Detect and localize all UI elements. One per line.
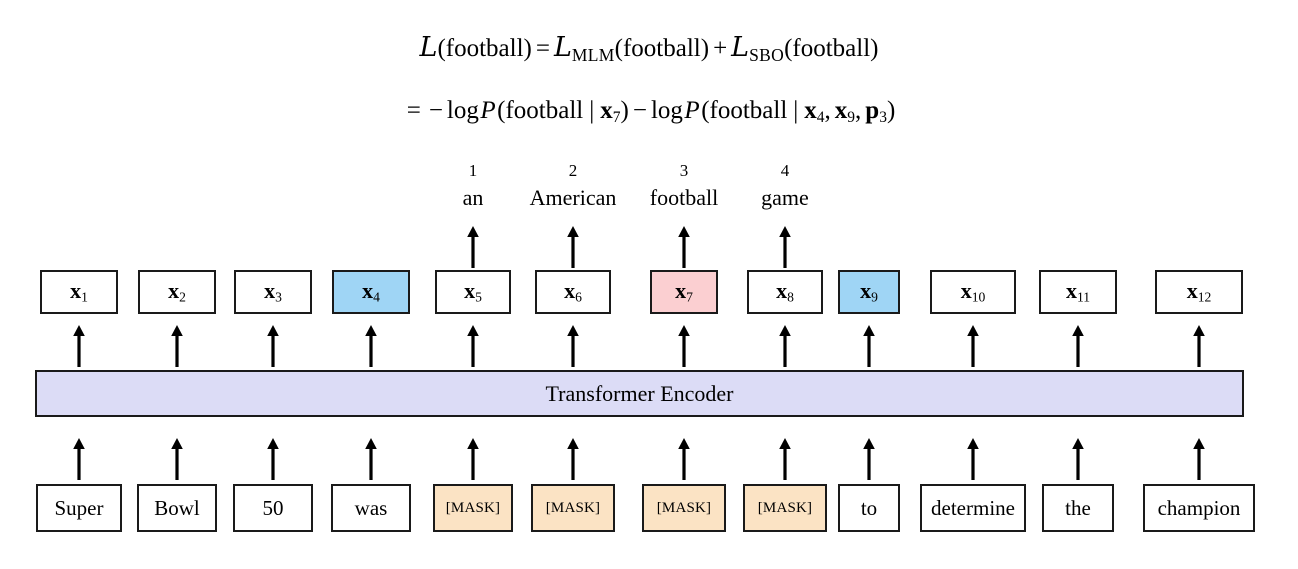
token-box-label: was xyxy=(354,495,388,520)
vector-box-x7[interactable]: x7 xyxy=(650,270,718,314)
token-box-determine[interactable]: determine xyxy=(920,484,1026,532)
arrow-encoder-to-vector-3 xyxy=(266,325,280,367)
vector-box-label: x7 xyxy=(675,278,693,305)
arrow-token-to-encoder-1 xyxy=(72,438,86,480)
arrow-token-to-encoder-12 xyxy=(1192,438,1206,480)
token-box-label: champion xyxy=(1157,495,1241,520)
vector-box-x5[interactable]: x5 xyxy=(435,270,511,314)
arrow-encoder-to-vector-2 xyxy=(170,325,184,367)
token-box-bowl[interactable]: Bowl xyxy=(137,484,217,532)
arrow-vector-to-output-4 xyxy=(778,226,792,268)
token-box-label: Super xyxy=(54,495,104,520)
arrow-token-to-encoder-4 xyxy=(364,438,378,480)
arrow-token-to-encoder-10 xyxy=(966,438,980,480)
token-box-mask[interactable]: [MASK] xyxy=(642,484,726,532)
token-box-label: [MASK] xyxy=(545,499,601,516)
token-box-50[interactable]: 50 xyxy=(233,484,313,532)
token-box-was[interactable]: was xyxy=(331,484,411,532)
arrow-encoder-to-vector-5 xyxy=(466,325,480,367)
arrow-token-to-encoder-6 xyxy=(566,438,580,480)
vector-box-x12[interactable]: x12 xyxy=(1155,270,1243,314)
arrow-vector-to-output-2 xyxy=(566,226,580,268)
token-box-mask[interactable]: [MASK] xyxy=(531,484,615,532)
vector-box-label: x12 xyxy=(1186,278,1212,305)
spanbert-diagram: 1 an 2 American 3 football 4 game x1 x2 x3 x4 x5 x6 x… xyxy=(0,0,1298,569)
arrow-encoder-to-vector-7 xyxy=(677,325,691,367)
arrow-encoder-to-vector-4 xyxy=(364,325,378,367)
vector-box-x4[interactable]: x4 xyxy=(332,270,410,314)
arrow-token-to-encoder-8 xyxy=(778,438,792,480)
vector-box-x8[interactable]: x8 xyxy=(747,270,823,314)
arrow-encoder-to-vector-12 xyxy=(1192,325,1206,367)
output-prediction-4: 4 game xyxy=(675,162,895,209)
vector-box-label: x11 xyxy=(1065,278,1091,305)
arrow-encoder-to-vector-1 xyxy=(72,325,86,367)
arrow-encoder-to-vector-10 xyxy=(966,325,980,367)
arrow-token-to-encoder-3 xyxy=(266,438,280,480)
output-index-label: 4 xyxy=(780,161,790,180)
vector-box-label: x6 xyxy=(564,278,582,305)
arrow-encoder-to-vector-9 xyxy=(862,325,876,367)
arrow-token-to-encoder-9 xyxy=(862,438,876,480)
vector-box-x11[interactable]: x11 xyxy=(1039,270,1117,314)
vector-box-label: x9 xyxy=(860,278,878,305)
token-box-label: [MASK] xyxy=(757,499,813,516)
token-box-label: to xyxy=(860,495,878,520)
arrow-encoder-to-vector-6 xyxy=(566,325,580,367)
arrow-token-to-encoder-5 xyxy=(466,438,480,480)
output-word-label: game xyxy=(761,185,809,210)
vector-box-x10[interactable]: x10 xyxy=(930,270,1016,314)
arrow-token-to-encoder-2 xyxy=(170,438,184,480)
arrow-vector-to-output-1 xyxy=(466,226,480,268)
vector-box-label: x4 xyxy=(362,278,380,305)
vector-box-label: x5 xyxy=(464,278,482,305)
arrow-token-to-encoder-11 xyxy=(1071,438,1085,480)
vector-box-label: x1 xyxy=(70,278,88,305)
token-box-label: 50 xyxy=(262,495,284,520)
token-box-champion[interactable]: champion xyxy=(1143,484,1255,532)
token-box-label: [MASK] xyxy=(445,499,501,516)
vector-box-x1[interactable]: x1 xyxy=(40,270,118,314)
token-box-label: determine xyxy=(931,495,1015,520)
vector-box-x2[interactable]: x2 xyxy=(138,270,216,314)
vector-box-label: x10 xyxy=(960,278,986,305)
vector-box-x9[interactable]: x9 xyxy=(838,270,900,314)
vector-box-label: x2 xyxy=(168,278,186,305)
token-box-label: [MASK] xyxy=(656,499,712,516)
vector-box-x6[interactable]: x6 xyxy=(535,270,611,314)
arrow-encoder-to-vector-11 xyxy=(1071,325,1085,367)
vector-box-label: x8 xyxy=(776,278,794,305)
arrow-encoder-to-vector-8 xyxy=(778,325,792,367)
arrow-vector-to-output-3 xyxy=(677,226,691,268)
token-box-mask[interactable]: [MASK] xyxy=(743,484,827,532)
token-box-mask[interactable]: [MASK] xyxy=(433,484,513,532)
token-box-label: Bowl xyxy=(154,495,200,520)
vector-box-x3[interactable]: x3 xyxy=(234,270,312,314)
token-box-to[interactable]: to xyxy=(838,484,900,532)
arrow-token-to-encoder-7 xyxy=(677,438,691,480)
transformer-encoder-block[interactable]: Transformer Encoder xyxy=(35,370,1244,417)
transformer-encoder-label: Transformer Encoder xyxy=(545,380,734,406)
token-box-the[interactable]: the xyxy=(1042,484,1114,532)
token-box-super[interactable]: Super xyxy=(36,484,122,532)
token-box-label: the xyxy=(1065,495,1091,520)
vector-box-label: x3 xyxy=(264,278,282,305)
